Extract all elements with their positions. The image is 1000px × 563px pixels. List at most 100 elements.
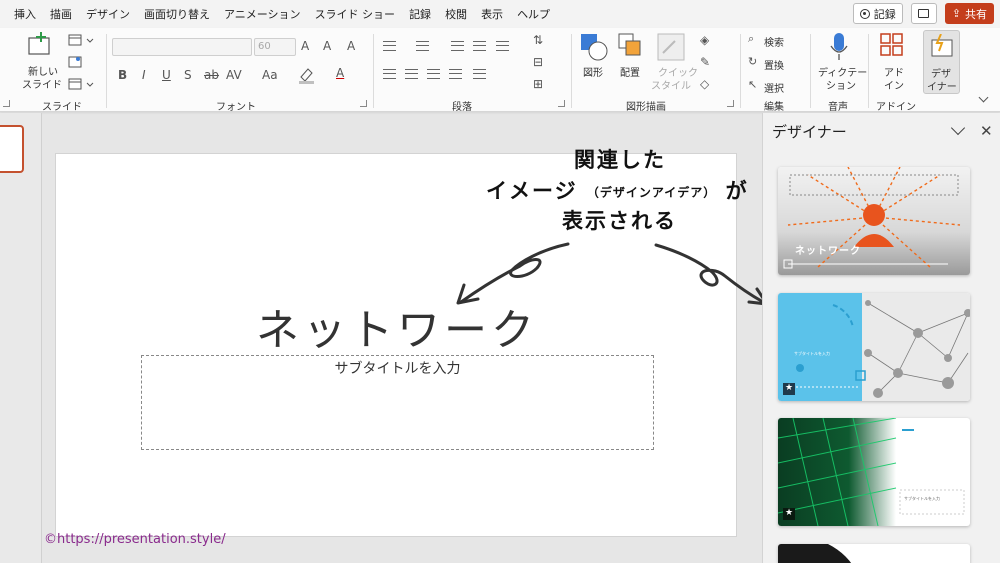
slide-layout-icons[interactable] bbox=[68, 34, 96, 92]
group-label-voice: 音声 bbox=[828, 102, 848, 113]
quick-style-icon[interactable] bbox=[657, 33, 685, 61]
new-slide-label-2[interactable]: スライド bbox=[22, 76, 62, 91]
font-size-box[interactable]: 60 bbox=[254, 38, 296, 56]
justify-icon[interactable] bbox=[449, 69, 462, 79]
arrange-icon[interactable] bbox=[618, 33, 646, 61]
menu-transitions[interactable]: 画面切り替え bbox=[137, 6, 217, 22]
replace-label[interactable]: 置換 bbox=[764, 57, 784, 72]
bold-button[interactable]: B bbox=[118, 68, 127, 82]
underline-button[interactable]: U bbox=[162, 68, 171, 82]
menu-insert[interactable]: 挿入 bbox=[0, 6, 43, 22]
addins-icon[interactable] bbox=[880, 33, 904, 57]
quick-style-label-2: スタイル bbox=[651, 81, 691, 92]
copyright-signature: ©https://presentation.style/ bbox=[44, 532, 226, 547]
increase-indent-icon[interactable] bbox=[473, 41, 486, 51]
pane-options-chevron-icon[interactable] bbox=[950, 120, 966, 136]
record-label: 記録 bbox=[873, 7, 896, 21]
change-case-button[interactable]: Aa bbox=[262, 68, 278, 82]
annotation-particle: が bbox=[725, 179, 749, 203]
italic-button[interactable]: I bbox=[142, 68, 146, 82]
card4-dark-shape-art bbox=[778, 544, 852, 563]
font-name-box[interactable] bbox=[112, 38, 252, 56]
slide-title[interactable]: ネットワーク bbox=[56, 296, 738, 358]
text-direction-icon[interactable]: ⇅ bbox=[533, 33, 543, 47]
search-label[interactable]: 検索 bbox=[764, 34, 784, 49]
strikethrough-button[interactable]: ab bbox=[204, 68, 219, 82]
designer-button[interactable]: デザ イナー bbox=[923, 30, 960, 94]
menu-help[interactable]: ヘルプ bbox=[510, 6, 557, 22]
select-label[interactable]: 選択 bbox=[764, 80, 784, 95]
bullets-icon[interactable] bbox=[383, 41, 396, 51]
separator bbox=[740, 34, 741, 108]
highlight-icon[interactable] bbox=[298, 66, 322, 84]
menu-slideshow[interactable]: スライド ショー bbox=[308, 6, 403, 22]
line-spacing-icon[interactable] bbox=[496, 41, 509, 51]
shadow-button[interactable]: S bbox=[184, 68, 192, 82]
shapes-icon[interactable] bbox=[580, 33, 608, 61]
comment-icon bbox=[918, 9, 930, 18]
slide-thumbnail-selected[interactable] bbox=[0, 125, 24, 173]
card3-subtitle: サブタイトルを入力 bbox=[904, 496, 940, 501]
decrease-indent-icon[interactable] bbox=[451, 41, 464, 51]
group-label-editing: 編集 bbox=[764, 102, 784, 113]
share-button[interactable]: ⇪ 共有 bbox=[944, 3, 994, 24]
addin-label-2[interactable]: イン bbox=[884, 77, 904, 92]
separator bbox=[868, 34, 869, 108]
shape-effects-icon[interactable]: ◇ bbox=[700, 77, 709, 91]
align-right-icon[interactable] bbox=[427, 69, 440, 79]
shape-fill-icon[interactable]: ◈ bbox=[700, 33, 709, 47]
shrink-font-icon[interactable]: A bbox=[323, 39, 331, 53]
record-button[interactable]: 記録 bbox=[852, 3, 903, 24]
ribbon: 新しい スライド スライド 60 A A A B I U S ab AV Aa … bbox=[0, 28, 1000, 113]
shape-outline-icon[interactable]: ✎ bbox=[700, 55, 710, 69]
ribbon-collapse-chevron-icon[interactable] bbox=[978, 92, 989, 103]
grow-font-icon[interactable]: A bbox=[301, 39, 309, 53]
close-icon[interactable]: ✕ bbox=[980, 122, 993, 140]
menu-record[interactable]: 記録 bbox=[402, 6, 438, 22]
comment-button[interactable] bbox=[910, 3, 937, 24]
menu-design[interactable]: デザイン bbox=[79, 6, 137, 22]
align-text-icon[interactable]: ⊟ bbox=[533, 55, 543, 69]
shapes-label[interactable]: 図形 bbox=[583, 64, 603, 79]
columns-icon[interactable] bbox=[473, 69, 486, 79]
designer-label-2: イナー bbox=[927, 82, 957, 93]
align-left-icon[interactable] bbox=[383, 69, 396, 79]
clear-format-icon[interactable]: A bbox=[347, 39, 355, 53]
search-icon[interactable]: ⌕ bbox=[748, 32, 754, 46]
group-label-drawing: 図形描画 bbox=[626, 102, 666, 113]
select-icon[interactable]: ↖ bbox=[748, 78, 757, 91]
menu-draw[interactable]: 描画 bbox=[43, 6, 79, 22]
menu-view[interactable]: 表示 bbox=[474, 6, 510, 22]
separator bbox=[106, 34, 107, 108]
replace-icon[interactable]: ↻ bbox=[748, 55, 757, 68]
new-slide-icon bbox=[28, 32, 50, 55]
microphone-icon[interactable] bbox=[829, 32, 849, 62]
menu-review[interactable]: 校閲 bbox=[438, 6, 474, 22]
slide-group-launcher-icon[interactable] bbox=[3, 100, 10, 107]
card1-title: ネットワーク bbox=[795, 246, 861, 257]
menu-bar: 挿入 描画 デザイン 画面切り替え アニメーション スライド ショー 記録 校閲… bbox=[0, 0, 1000, 28]
font-group-launcher-icon[interactable] bbox=[360, 100, 367, 107]
char-spacing-button[interactable]: AV bbox=[226, 68, 242, 82]
font-size-value: 60 bbox=[258, 41, 271, 52]
card2-star-icon: ★ bbox=[785, 383, 794, 393]
design-idea-card-4[interactable] bbox=[778, 544, 970, 563]
design-idea-card-2[interactable]: サブタイトルを入力 ★ bbox=[778, 293, 970, 401]
font-color-button[interactable]: A bbox=[336, 66, 344, 80]
design-idea-card-1[interactable]: ネットワーク bbox=[778, 167, 970, 275]
dictation-label-2[interactable]: ション bbox=[826, 77, 856, 92]
card2-network-art bbox=[783, 293, 970, 401]
numbering-icon[interactable] bbox=[416, 41, 429, 51]
smartart-icon[interactable]: ⊞ bbox=[533, 77, 543, 91]
annotation-line-2: イメージ （デザインアイデア） が bbox=[486, 175, 749, 205]
subtitle-placeholder[interactable]: サブタイトルを入力 bbox=[141, 355, 654, 450]
menu-animations[interactable]: アニメーション bbox=[217, 6, 308, 22]
drawing-group-launcher-icon[interactable] bbox=[727, 100, 734, 107]
design-idea-card-3[interactable]: サブタイトルを入力 ★ bbox=[778, 418, 970, 526]
card1-network-person-art bbox=[783, 167, 961, 269]
align-center-icon[interactable] bbox=[405, 69, 418, 79]
arrange-label[interactable]: 配置 bbox=[620, 64, 640, 79]
paragraph-group-launcher-icon[interactable] bbox=[558, 100, 565, 107]
separator bbox=[810, 34, 811, 108]
share-label: 共有 bbox=[965, 7, 987, 21]
